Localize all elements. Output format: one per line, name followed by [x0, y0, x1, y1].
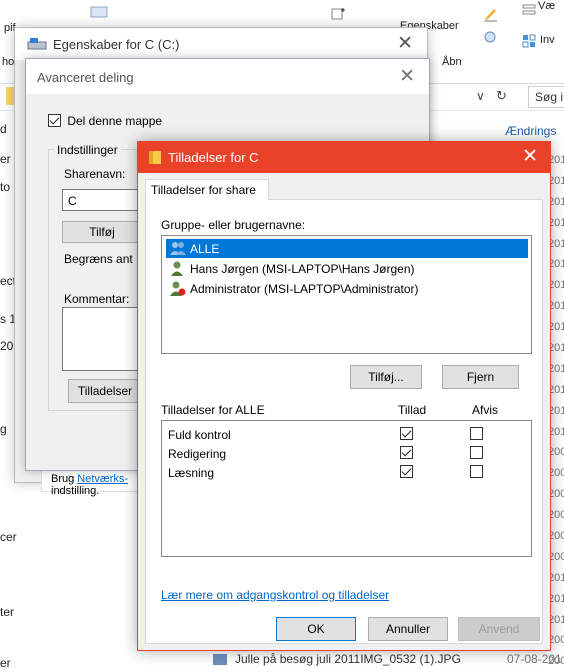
network-sharing-link[interactable]: Netværks- — [77, 473, 128, 485]
cancel-button[interactable]: Annuller — [368, 617, 448, 641]
deny-checkbox[interactable] — [470, 446, 483, 459]
remove-user-button[interactable]: Fjern — [442, 365, 519, 389]
ribbon-fragment: ho — [2, 56, 15, 68]
refresh-icon[interactable]: ↻ — [496, 88, 507, 104]
permissions-title: Tilladelser for C — [168, 150, 259, 165]
permissions-panel: Gruppe- eller brugernavne: ALLE Hans Jør… — [145, 199, 543, 644]
comment-field[interactable] — [62, 307, 142, 371]
deny-column-header: Afvis — [472, 403, 499, 417]
close-icon[interactable]: ✕ — [399, 65, 415, 88]
list-item-user[interactable]: Administrator (MSI-LAPTOP\Administrator) — [166, 279, 528, 298]
image-file-icon — [213, 654, 227, 666]
ribbon-fragment: Væ — [538, 0, 556, 12]
tab-share-permissions[interactable]: Tilladelser for share — [145, 179, 269, 200]
advanced-sharing-title: Avanceret deling — [37, 70, 134, 85]
add-user-button[interactable]: Tilføj... — [350, 365, 422, 389]
close-icon[interactable]: ✕ — [522, 145, 538, 168]
user-icon — [171, 261, 183, 276]
ribbon-fragment: Inv — [540, 34, 555, 46]
edit-icon[interactable] — [482, 6, 498, 22]
permissions-titlebar: Tilladelser for C ✕ — [138, 142, 550, 173]
list-item-user[interactable]: Hans Jørgen (MSI-LAPTOP\Hans Jørgen) — [166, 259, 528, 278]
apply-button[interactable]: Anvend — [458, 617, 540, 641]
chevron-down-icon[interactable]: ∨ — [476, 89, 485, 103]
file-list-fragment: ter — [0, 605, 15, 619]
help-text: Brug Netværks- indstilling. — [51, 473, 129, 497]
invert-selection-icon[interactable] — [522, 34, 536, 48]
new-item-icon[interactable] — [330, 6, 348, 20]
file-date: 07-08-201 — [507, 652, 562, 666]
admin-user-icon — [170, 281, 186, 296]
user-name: Administrator (MSI-LAPTOP\Administrator) — [190, 282, 419, 296]
ribbon-open-label[interactable]: Åbn — [442, 56, 462, 68]
history-icon[interactable] — [482, 30, 498, 44]
search-input[interactable]: Søg i — [528, 86, 564, 108]
permission-name: Redigering — [168, 447, 227, 461]
permissions-for-label: Tilladelser for ALLE — [161, 403, 265, 417]
users-group-icon — [170, 242, 186, 255]
checkbox-checked-icon[interactable] — [48, 114, 61, 128]
share-folder-checkbox[interactable]: Del denne mappe — [48, 113, 162, 128]
settings-group-label: Indstillinger — [54, 143, 121, 157]
sharename-field[interactable]: C — [62, 189, 142, 211]
ok-button[interactable]: OK — [276, 617, 356, 641]
allow-column-header: Tillad — [398, 403, 427, 417]
group-users-label: Gruppe- eller brugernavne: — [161, 218, 306, 232]
file-row[interactable]: Julle på besøg juli 2011IMG_0532 (1).JPG… — [213, 652, 562, 666]
permission-name: Læsning — [168, 466, 215, 480]
list-item-user[interactable]: ALLE — [166, 239, 528, 258]
allow-checkbox[interactable] — [400, 446, 413, 459]
permission-row: Fuld kontrol — [168, 426, 528, 444]
file-list-fragment: cer — [0, 530, 17, 544]
ribbon-button-icon[interactable] — [90, 6, 108, 18]
permissions-dialog: Tilladelser for C ✕ Tilladelser for shar… — [137, 141, 551, 651]
permissions-list: Fuld kontrol Redigering Læsning — [161, 420, 532, 557]
file-list-fragment: er — [0, 656, 11, 670]
limit-users-label: Begræns ant — [64, 252, 133, 266]
user-name: ALLE — [190, 242, 220, 256]
folder-icon — [149, 151, 161, 164]
permission-row: Læsning — [168, 464, 528, 482]
select-icon[interactable] — [522, 4, 536, 16]
advanced-sharing-titlebar: Avanceret deling ✕ — [26, 59, 429, 94]
sharename-label: Sharenavn: — [64, 167, 126, 181]
drive-icon — [27, 38, 47, 50]
close-icon[interactable]: ✕ — [397, 32, 413, 55]
permission-row: Redigering — [168, 445, 528, 463]
permission-name: Fuld kontrol — [168, 428, 231, 442]
users-list[interactable]: ALLE Hans Jørgen (MSI-LAPTOP\Hans Jørgen… — [161, 235, 532, 354]
file-name: Julle på besøg juli 2011IMG_0532 (1).JPG — [235, 652, 461, 666]
learn-more-link[interactable]: Lær mere om adgangskontrol og tilladelse… — [161, 588, 389, 602]
date-modified-column-header[interactable]: Ændrings — [505, 124, 556, 138]
properties-title: Egenskaber for C (C:) — [53, 37, 180, 52]
deny-checkbox[interactable] — [470, 427, 483, 440]
properties-titlebar: Egenskaber for C (C:) ✕ — [15, 28, 427, 60]
allow-checkbox[interactable] — [400, 427, 413, 440]
allow-checkbox[interactable] — [400, 465, 413, 478]
comment-label: Kommentar: — [64, 292, 130, 306]
user-name: Hans Jørgen (MSI-LAPTOP\Hans Jørgen) — [190, 262, 415, 276]
add-share-button[interactable]: Tilføj — [62, 221, 142, 243]
deny-checkbox[interactable] — [470, 465, 483, 478]
permissions-button[interactable]: Tilladelser — [68, 379, 142, 403]
